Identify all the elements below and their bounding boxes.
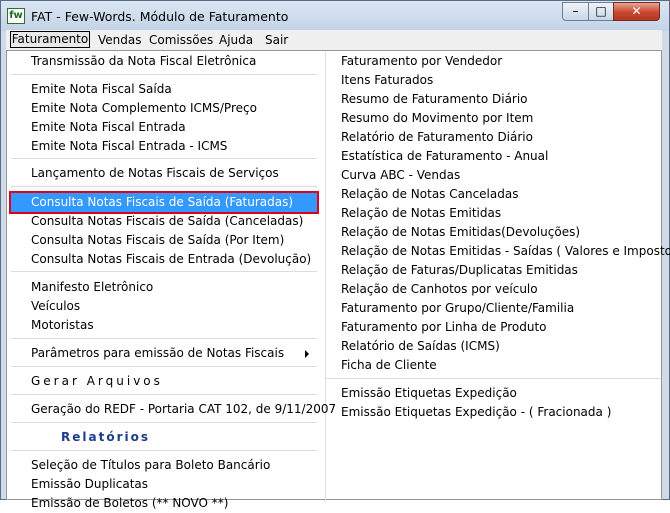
- menu-item-emissao-duplicatas[interactable]: Emissão Duplicatas: [31, 475, 148, 494]
- menu-item-veiculos[interactable]: Veículos: [31, 297, 80, 316]
- menu-item-lancamento-nf-servicos[interactable]: Lançamento de Notas Fiscais de Serviços: [31, 164, 279, 183]
- menu-item-notas-canceladas[interactable]: Relação de Notas Canceladas: [341, 185, 518, 204]
- menu-item-resumo-faturamento-diario[interactable]: Resumo de Faturamento Diário: [341, 90, 528, 109]
- menu-separator: [11, 338, 317, 339]
- menu-separator: [11, 271, 317, 272]
- menu-item-canhotos-veiculo[interactable]: Relação de Canhotos por veículo: [341, 280, 538, 299]
- menu-bar: Faturamento Vendas Comissões Ajuda Sair: [6, 30, 662, 51]
- menu-vendas[interactable]: Vendas: [98, 32, 142, 48]
- menu-sair[interactable]: Sair: [265, 32, 288, 48]
- column-divider: [325, 51, 326, 501]
- menu-comissoes[interactable]: Comissões: [149, 32, 213, 48]
- menu-separator: [11, 186, 317, 187]
- menu-item-notas-emitidas[interactable]: Relação de Notas Emitidas: [341, 204, 501, 223]
- menu-item-itens-faturados[interactable]: Itens Faturados: [341, 71, 433, 90]
- close-button[interactable]: ✕: [613, 2, 660, 21]
- menu-item-parametros-nf[interactable]: Parâmetros para emissão de Notas Fiscais: [31, 344, 284, 363]
- menu-item-relatorio-faturamento-diario[interactable]: Relatório de Faturamento Diário: [341, 128, 533, 147]
- menu-separator: [11, 366, 317, 367]
- menu-separator: [11, 158, 317, 159]
- menu-item-faturamento-vendedor[interactable]: Faturamento por Vendedor: [341, 52, 502, 71]
- menu-item-consulta-faturadas[interactable]: Consulta Notas Fiscais de Saída (Faturad…: [31, 193, 293, 212]
- menu-separator: [11, 74, 317, 75]
- menu-item-geracao-redf[interactable]: Geração do REDF - Portaria CAT 102, de 9…: [31, 400, 336, 419]
- menu-faturamento[interactable]: Faturamento: [10, 31, 90, 48]
- menu-item-estatistica-faturamento-anual[interactable]: Estatística de Faturamento - Anual: [341, 147, 548, 166]
- minimize-button[interactable]: –: [562, 2, 589, 21]
- window-title: FAT - Few-Words. Módulo de Faturamento: [31, 9, 289, 24]
- menu-item-notas-emitidas-saidas[interactable]: Relação de Notas Emitidas - Saídas ( Val…: [341, 242, 670, 261]
- menu-item-selecao-titulos-boleto[interactable]: Seleção de Títulos para Boleto Bancário: [31, 456, 270, 475]
- menu-item-resumo-movimento-item[interactable]: Resumo do Movimento por Item: [341, 109, 533, 128]
- menu-item-etiquetas-expedicao[interactable]: Emissão Etiquetas Expedição: [341, 384, 517, 403]
- menu-item-consulta-canceladas[interactable]: Consulta Notas Fiscais de Saída (Cancela…: [31, 212, 303, 231]
- menu-item-etiquetas-expedicao-fracionada[interactable]: Emissão Etiquetas Expedição - ( Fraciona…: [341, 403, 611, 422]
- menu-item-motoristas[interactable]: Motoristas: [31, 316, 94, 335]
- menu-item-manifesto-eletronico[interactable]: Manifesto Eletrônico: [31, 278, 153, 297]
- maximize-button[interactable]: □: [588, 2, 614, 21]
- menu-item-consulta-por-item[interactable]: Consulta Notas Fiscais de Saída (Por Ite…: [31, 231, 284, 250]
- menu-item-notas-emitidas-devolucoes[interactable]: Relação de Notas Emitidas(Devoluções): [341, 223, 580, 242]
- menu-item-curva-abc-vendas[interactable]: Curva ABC - Vendas: [341, 166, 460, 185]
- faturamento-dropdown: Transmissão da Nota Fiscal Eletrônica Em…: [6, 50, 670, 510]
- menu-separator: [11, 422, 317, 423]
- menu-separator: [325, 378, 661, 379]
- menu-item-relatorio-saidas-icms[interactable]: Relatório de Saídas (ICMS): [341, 337, 500, 356]
- title-bar[interactable]: fw FAT - Few-Words. Módulo de Faturament…: [1, 1, 669, 31]
- menu-item-ficha-cliente[interactable]: Ficha de Cliente: [341, 356, 437, 375]
- menu-item-emite-nf-entrada[interactable]: Emite Nota Fiscal Entrada: [31, 118, 186, 137]
- menu-item-emite-nf-complemento[interactable]: Emite Nota Complemento ICMS/Preço: [31, 99, 257, 118]
- menu-item-faturamento-grupo[interactable]: Faturamento por Grupo/Cliente/Familia: [341, 299, 574, 318]
- menu-separator: [11, 450, 317, 451]
- menu-item-emite-nf-saida[interactable]: Emite Nota Fiscal Saída: [31, 80, 172, 99]
- menu-ajuda[interactable]: Ajuda: [219, 32, 253, 48]
- menu-item-faturas-duplicatas[interactable]: Relação de Faturas/Duplicatas Emitidas: [341, 261, 578, 280]
- menu-item-transmissao-nfe[interactable]: Transmissão da Nota Fiscal Eletrônica: [31, 52, 256, 71]
- menu-item-faturamento-linha-produto[interactable]: Faturamento por Linha de Produto: [341, 318, 547, 337]
- submenu-arrow-icon: [305, 350, 309, 358]
- menu-item-consulta-entrada-devolucao[interactable]: Consulta Notas Fiscais de Entrada (Devol…: [31, 250, 311, 269]
- menu-item-emite-nf-entrada-icms[interactable]: Emite Nota Fiscal Entrada - ICMS: [31, 137, 227, 156]
- app-logo-icon: fw: [7, 8, 25, 24]
- menu-item-gerar-arquivos[interactable]: Gerar Arquivos: [31, 372, 163, 391]
- menu-item-relatorios-header[interactable]: Relatórios: [61, 428, 150, 447]
- menu-item-emissao-boletos-novo[interactable]: Emissão de Boletos (** NOVO **): [31, 494, 228, 513]
- menu-separator: [11, 394, 317, 395]
